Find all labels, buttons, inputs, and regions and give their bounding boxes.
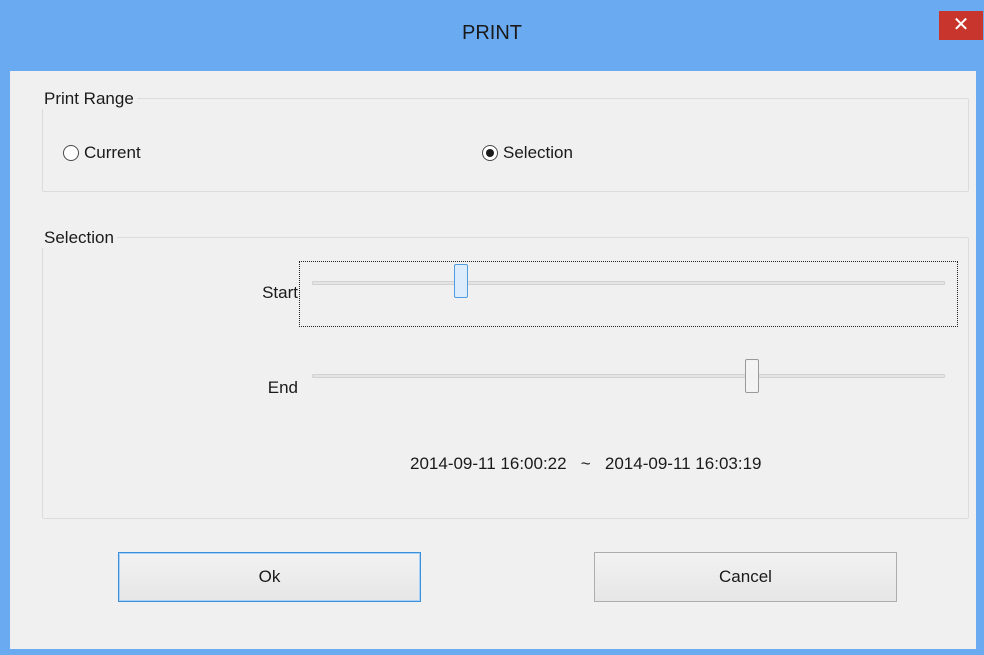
window-title: PRINT xyxy=(462,22,522,44)
dialog-body: Print Range Current Selection Selection … xyxy=(10,71,976,649)
selection-group-label: Selection xyxy=(41,228,117,248)
title-bar: PRINT ✕ xyxy=(0,0,984,71)
start-label: Start xyxy=(262,283,298,302)
range-start: 2014-09-11 16:00:22 xyxy=(410,454,567,473)
radio-current[interactable]: Current xyxy=(63,143,141,163)
ok-button[interactable]: Ok xyxy=(118,552,421,602)
cancel-button[interactable]: Cancel xyxy=(594,552,897,602)
range-separator: ~ xyxy=(580,454,591,473)
range-end: 2014-09-11 16:03:19 xyxy=(604,454,762,473)
selection-range: 2014-09-11 16:00:22 ~ 2014-09-11 16:03:1… xyxy=(410,454,762,474)
radio-selection-label: Selection xyxy=(503,143,573,162)
radio-selection[interactable]: Selection xyxy=(482,143,573,163)
end-slider-track[interactable] xyxy=(312,374,945,378)
close-icon[interactable]: ✕ xyxy=(939,11,983,40)
end-slider-thumb[interactable] xyxy=(745,359,760,393)
start-slider-thumb[interactable] xyxy=(454,264,469,298)
radio-current-circle[interactable] xyxy=(63,145,79,161)
print-range-label: Print Range xyxy=(41,89,137,109)
print-dialog: PRINT ✕ Print Range Current Selection Se… xyxy=(0,0,984,655)
radio-selection-circle[interactable] xyxy=(482,145,498,161)
radio-current-label: Current xyxy=(84,143,141,162)
start-slider-track[interactable] xyxy=(312,281,945,285)
end-label: End xyxy=(267,378,298,397)
start-slider-focus xyxy=(299,261,958,327)
